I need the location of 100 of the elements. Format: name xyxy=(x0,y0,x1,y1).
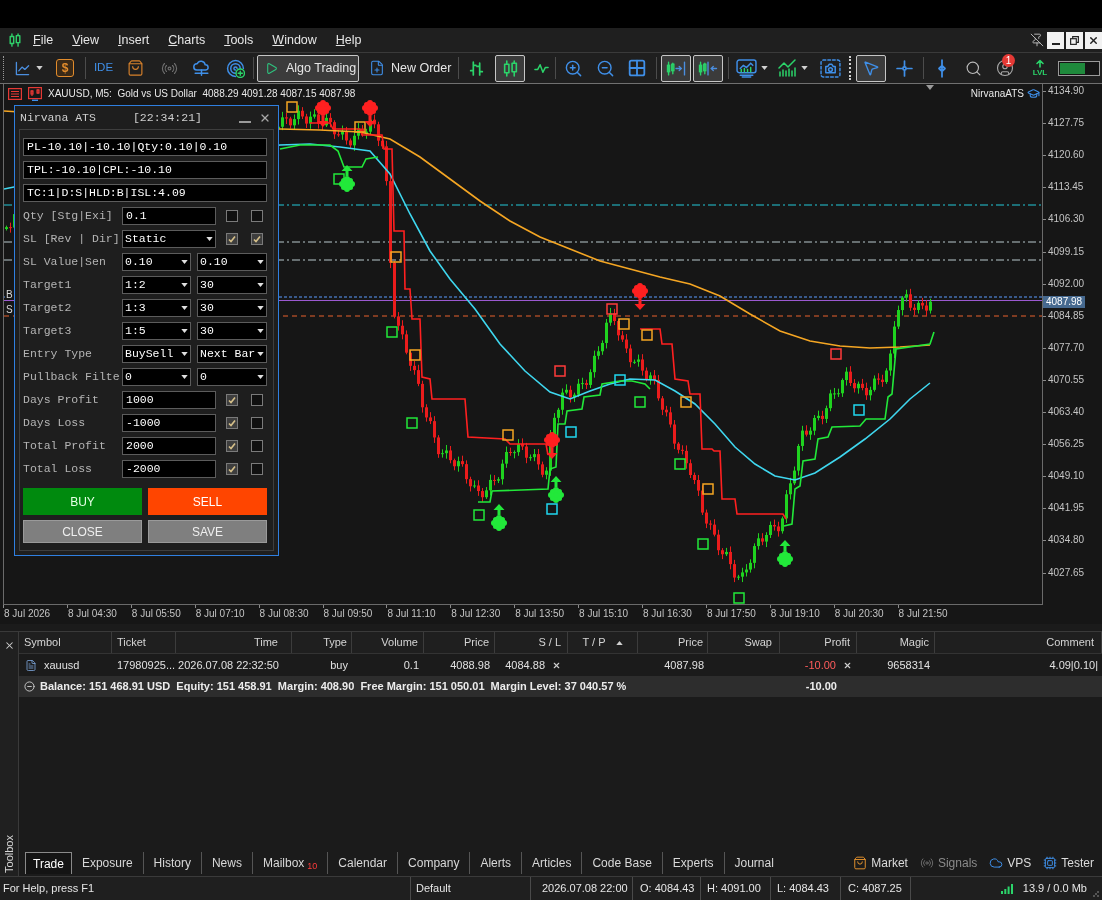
dropdown[interactable]: 30 xyxy=(197,276,267,294)
dropdown[interactable]: 1:2 xyxy=(122,276,191,294)
checkbox[interactable] xyxy=(226,210,238,222)
checkbox[interactable] xyxy=(226,463,238,475)
column-header[interactable]: Profit xyxy=(780,632,857,653)
menu-item[interactable]: Window xyxy=(272,32,317,48)
minimize-button[interactable] xyxy=(1047,31,1064,49)
restore-button[interactable] xyxy=(1066,31,1083,49)
auto-scroll-button[interactable] xyxy=(693,54,723,82)
checkbox[interactable] xyxy=(226,233,238,245)
menu-item[interactable]: Charts xyxy=(168,32,206,48)
dropdown[interactable]: Next Bar xyxy=(197,345,267,363)
tab[interactable]: History xyxy=(142,852,201,874)
dropdown[interactable]: 30 xyxy=(197,322,267,340)
service-link[interactable]: VPS xyxy=(989,854,1032,872)
tab[interactable]: Code Base xyxy=(581,852,662,874)
new-order-button[interactable]: New Order xyxy=(363,54,451,82)
checkbox[interactable] xyxy=(251,440,263,452)
close-button[interactable] xyxy=(3,639,15,651)
bearish-candle xyxy=(493,474,496,486)
input-field[interactable]: 2000 xyxy=(122,437,216,455)
tab[interactable]: Articles xyxy=(521,852,582,874)
ide-button[interactable]: IDE xyxy=(92,54,115,82)
menu-item[interactable]: File xyxy=(33,32,54,48)
tab[interactable]: Experts xyxy=(661,852,724,874)
dropdown[interactable]: 1:3 xyxy=(122,299,191,317)
dropdown[interactable]: 30 xyxy=(197,299,267,317)
time-label: 8 Jul 15:10 xyxy=(579,608,629,620)
column-header[interactable]: Swap xyxy=(708,632,780,653)
level-button[interactable]: LVL xyxy=(1029,54,1051,82)
input-field[interactable]: -2000 xyxy=(122,460,216,478)
column-header[interactable]: Symbol xyxy=(19,632,112,653)
checkbox[interactable] xyxy=(226,440,238,452)
candlestick-icon xyxy=(501,59,519,77)
square-marker xyxy=(286,101,298,113)
time-label: 8 Jul 17:50 xyxy=(706,608,756,620)
dropdown[interactable]: 0.10 xyxy=(197,253,267,271)
column-header[interactable]: Price xyxy=(424,632,495,653)
dropdown[interactable]: 0 xyxy=(122,368,191,386)
service-link[interactable]: Market xyxy=(853,854,908,872)
tab[interactable]: Mailbox 10 xyxy=(251,852,328,874)
collapse-icon[interactable] xyxy=(24,681,35,692)
algo-trading-button[interactable]: Algo Trading xyxy=(257,54,359,82)
menu-item[interactable]: View xyxy=(72,32,100,48)
column-header[interactable]: T / P xyxy=(568,632,638,653)
tab[interactable]: Journal xyxy=(723,852,784,874)
crosshair-icon xyxy=(896,59,913,77)
time-label: 8 Jul 05:50 xyxy=(131,608,181,620)
tab[interactable]: Calendar xyxy=(327,852,398,874)
chart-shift-button[interactable] xyxy=(661,54,691,82)
down-arrow-marker xyxy=(362,100,378,127)
action-button[interactable]: CLOSE xyxy=(23,520,142,543)
pointer-mode-button[interactable] xyxy=(856,54,886,82)
column-header[interactable]: Time xyxy=(176,632,292,653)
column-header[interactable]: S / L xyxy=(495,632,568,653)
deposit-button[interactable]: $ xyxy=(54,54,76,82)
dropdown[interactable]: BuySell xyxy=(122,345,191,363)
remove-icon[interactable] xyxy=(843,660,852,670)
caret-icon xyxy=(257,329,264,333)
menu-item[interactable]: Tools xyxy=(224,32,254,48)
tab[interactable]: News xyxy=(200,852,252,874)
column-header[interactable]: Type xyxy=(292,632,352,653)
close-price: C: 4087.25 xyxy=(840,877,910,900)
summary-profit: -10.00 xyxy=(805,679,837,695)
buy-button[interactable]: BUY xyxy=(23,488,142,515)
remove-icon[interactable] xyxy=(552,660,561,670)
tab[interactable]: Company xyxy=(397,852,470,874)
square-marker xyxy=(502,429,514,441)
square-marker xyxy=(614,374,626,386)
square-marker xyxy=(409,349,421,361)
input-field[interactable]: 1000 xyxy=(122,391,216,409)
time-label: 8 Jul 19:10 xyxy=(770,608,820,620)
tab[interactable]: Exposure xyxy=(71,852,143,874)
dropdown[interactable]: Static xyxy=(122,230,216,248)
column-header[interactable]: Comment xyxy=(935,632,1102,653)
service-link[interactable]: Tester xyxy=(1043,854,1094,872)
checkbox[interactable] xyxy=(251,210,263,222)
input-field[interactable]: -1000 xyxy=(122,414,216,432)
dropdown[interactable]: 0 xyxy=(197,368,267,386)
dropdown[interactable]: 0.10 xyxy=(122,253,191,271)
dropdown[interactable]: 1:5 xyxy=(122,322,191,340)
checkbox[interactable] xyxy=(251,463,263,475)
tab[interactable]: Alerts xyxy=(469,852,522,874)
menu-item[interactable]: Insert xyxy=(118,32,150,48)
column-header[interactable]: Volume xyxy=(352,632,424,653)
pin-icon[interactable] xyxy=(1030,33,1044,47)
checkbox[interactable] xyxy=(226,394,238,406)
column-header[interactable]: Magic xyxy=(857,632,935,653)
close-button[interactable] xyxy=(1085,31,1102,49)
column-header[interactable]: Ticket xyxy=(112,632,176,653)
column-header[interactable]: Price xyxy=(638,632,708,653)
tab[interactable]: Trade xyxy=(25,852,72,874)
checkbox[interactable] xyxy=(226,417,238,429)
input-field[interactable]: 0.1 xyxy=(122,207,216,225)
checkbox[interactable] xyxy=(251,417,263,429)
chart-type-button[interactable] xyxy=(495,54,525,82)
menu-item[interactable]: Help xyxy=(335,32,362,48)
checkbox[interactable] xyxy=(251,394,263,406)
checkbox[interactable] xyxy=(251,233,263,245)
account-button[interactable]: 1 xyxy=(990,54,1020,82)
